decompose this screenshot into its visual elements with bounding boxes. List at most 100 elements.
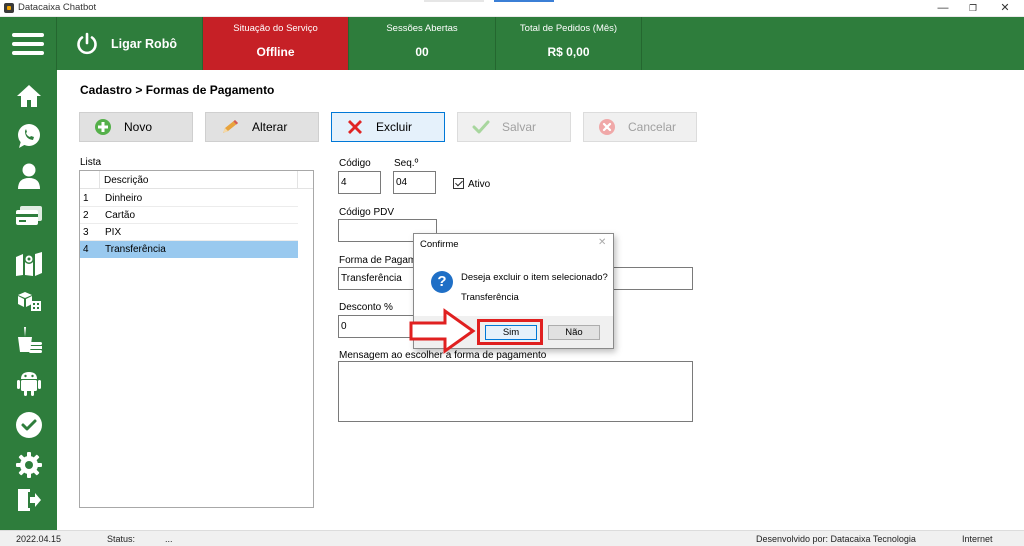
- food-delivery-icon: [17, 327, 42, 353]
- window-title: Datacaixa Chatbot: [18, 2, 97, 13]
- sidebar-item-logout[interactable]: [0, 482, 57, 518]
- user-icon: [17, 163, 40, 189]
- ativo-label: Ativo: [468, 179, 491, 190]
- sidebar-item-payments[interactable]: [0, 198, 57, 234]
- edit-button[interactable]: Alterar: [205, 112, 319, 142]
- sidebar-item-check[interactable]: [0, 407, 57, 443]
- titlebar-tab-hint-active: [494, 0, 554, 2]
- toggle-robot-label: Ligar Robô: [111, 36, 177, 51]
- list-item-description: PIX: [105, 227, 122, 238]
- seq-field[interactable]: 04: [393, 171, 436, 194]
- desconto-field[interactable]: 0: [338, 315, 418, 338]
- arrow-annotation-icon: [409, 308, 476, 354]
- settings-icon: [15, 452, 42, 478]
- list-item-id: 3: [83, 227, 89, 238]
- hamburger-line: [12, 32, 44, 37]
- service-status-value: Offline: [256, 45, 295, 59]
- menu-button[interactable]: [0, 17, 57, 70]
- service-status-title: Situação do Serviço: [233, 23, 318, 34]
- credit-card-icon: [15, 206, 42, 225]
- hamburger-line: [12, 50, 44, 55]
- dialog-item-name: Transferência: [461, 292, 519, 303]
- open-sessions-panel: Sessões Abertas 00: [349, 17, 496, 70]
- developer-text: Desenvolvido por: Datacaixa Tecnologia: [756, 534, 916, 544]
- save-button-label: Salvar: [502, 120, 537, 134]
- hamburger-line: [12, 41, 44, 46]
- logout-icon: [17, 489, 41, 511]
- home-icon: [16, 85, 41, 107]
- sidebar-item-whatsapp[interactable]: [0, 118, 57, 154]
- list-item-description: Dinheiro: [105, 193, 143, 204]
- save-button[interactable]: Salvar: [457, 112, 571, 142]
- seq-label: Seq.º: [394, 158, 419, 169]
- list-header: Descrição: [80, 171, 313, 189]
- monthly-orders-panel: Total de Pedidos (Mês) R$ 0,00: [496, 17, 642, 70]
- whatsapp-icon: [17, 124, 40, 148]
- connection-status: Internet: [962, 534, 993, 544]
- list-item-selected[interactable]: 4 Transferência: [80, 241, 298, 258]
- breadcrumb: Cadastro > Formas de Pagamento: [80, 83, 275, 97]
- delete-button[interactable]: Excluir: [331, 112, 445, 142]
- window-titlebar: Datacaixa Chatbot — ❐ ✕: [0, 0, 1024, 17]
- desconto-label: Desconto %: [339, 302, 393, 313]
- monthly-orders-title: Total de Pedidos (Mês): [519, 23, 618, 34]
- restore-button[interactable]: ❐: [958, 0, 988, 17]
- list-item-description: Cartão: [105, 210, 136, 221]
- new-button[interactable]: Novo: [79, 112, 193, 142]
- sidebar-item-map[interactable]: [0, 245, 57, 281]
- sidebar-item-products[interactable]: [0, 282, 57, 318]
- map-icon: [15, 252, 42, 276]
- status-label: Status:: [107, 534, 136, 544]
- sidebar-item-delivery[interactable]: [0, 322, 57, 358]
- list-item[interactable]: 1 Dinheiro: [80, 190, 298, 207]
- list-item-id: 2: [83, 210, 89, 221]
- dialog-message: Deseja excluir o item selecionado?: [461, 272, 608, 283]
- payment-methods-list[interactable]: Descrição 1 Dinheiro 2 Cartão 3 PIX 4 Tr…: [79, 170, 314, 508]
- sidebar-item-user[interactable]: [0, 158, 57, 194]
- sidebar-item-home[interactable]: [0, 78, 57, 114]
- check-icon: [15, 412, 42, 438]
- app-icon: [4, 3, 14, 13]
- codigo-field[interactable]: 4: [338, 171, 381, 194]
- toggle-robot-button[interactable]: Ligar Robô: [57, 17, 203, 70]
- list-item[interactable]: 3 PIX: [80, 224, 298, 241]
- pencil-icon: [223, 120, 238, 133]
- service-status-panel: Situação do Serviço Offline: [203, 17, 349, 70]
- list-header-divider: [297, 171, 298, 189]
- cancel-button[interactable]: Cancelar: [583, 112, 697, 142]
- list-item-id: 1: [83, 193, 89, 204]
- list-label: Lista: [80, 157, 102, 168]
- no-button[interactable]: Não: [548, 325, 600, 340]
- version-text: 2022.04.15: [16, 534, 62, 544]
- ativo-checkbox[interactable]: [453, 178, 464, 189]
- mensagem-field[interactable]: [338, 361, 693, 422]
- android-icon: [16, 372, 41, 396]
- new-button-label: Novo: [124, 120, 153, 134]
- open-sessions-value: 00: [415, 45, 429, 59]
- list-item[interactable]: 2 Cartão: [80, 207, 298, 224]
- cancel-circle-icon: [599, 119, 615, 135]
- list-header-description[interactable]: Descrição: [104, 175, 148, 186]
- open-sessions-title: Sessões Abertas: [386, 23, 458, 34]
- minimize-button[interactable]: —: [928, 0, 958, 17]
- highlight-box: [477, 319, 543, 345]
- plus-circle-icon: [95, 119, 111, 135]
- list-item-id: 4: [83, 244, 89, 255]
- checkmark-icon: [472, 120, 490, 134]
- x-icon: [348, 120, 362, 134]
- power-icon: [77, 32, 97, 54]
- monthly-orders-value: R$ 0,00: [547, 45, 590, 59]
- status-bar: 2022.04.15 Status: ... Desenvolvido por:…: [0, 530, 1024, 546]
- cancel-button-label: Cancelar: [628, 120, 677, 134]
- sidebar: [0, 70, 57, 530]
- question-icon: ?: [431, 271, 453, 293]
- list-header-id-column: [80, 171, 100, 189]
- codigo-pdv-label: Código PDV: [339, 207, 395, 218]
- delete-button-label: Excluir: [376, 120, 413, 134]
- list-item-description: Transferência: [105, 244, 166, 255]
- sidebar-item-android[interactable]: [0, 365, 57, 401]
- titlebar-tab-hint: [424, 0, 484, 2]
- sidebar-item-settings[interactable]: [0, 447, 57, 483]
- close-button[interactable]: ✕: [990, 0, 1020, 17]
- dialog-close-button[interactable]: ✕: [598, 237, 606, 248]
